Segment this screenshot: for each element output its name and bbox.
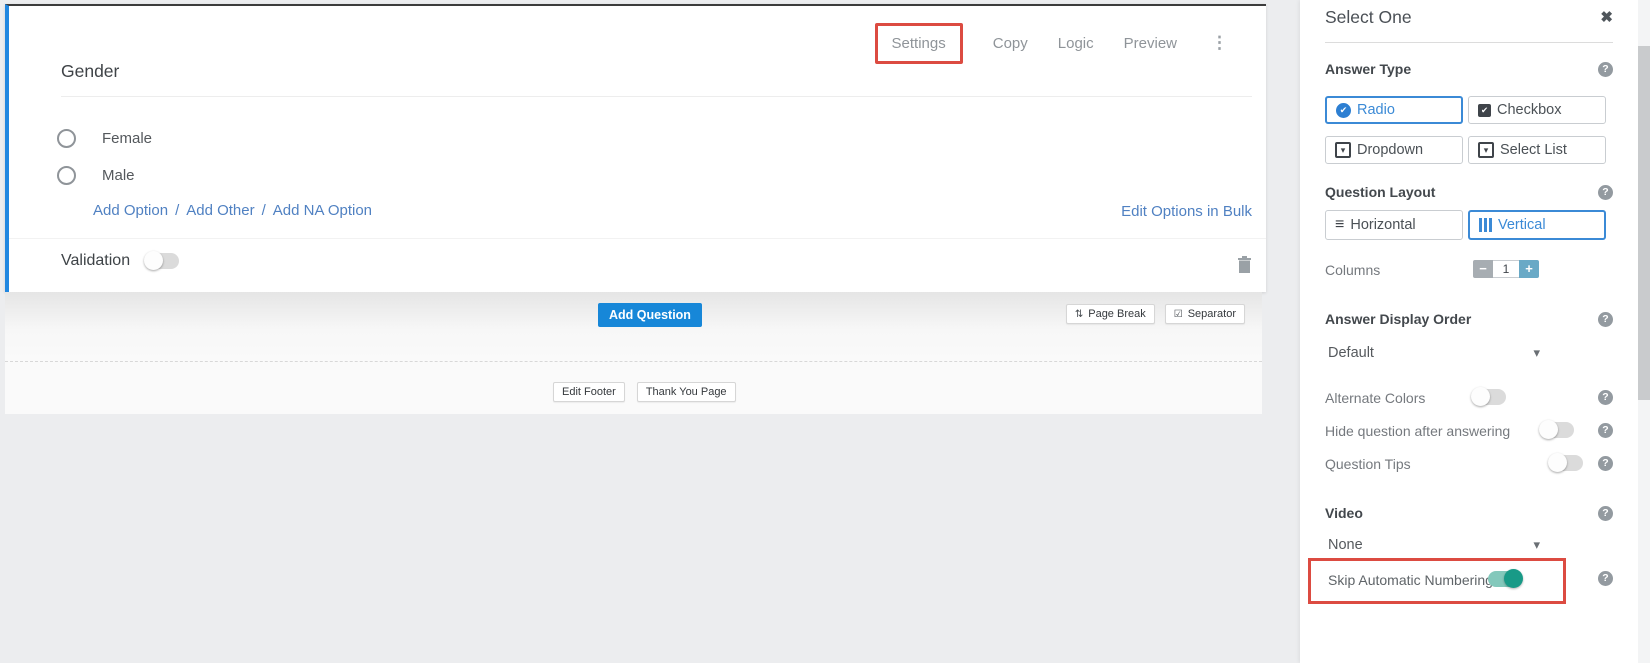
separator-checkbox-icon: ☑ <box>1174 309 1183 320</box>
vertical-scrollbar[interactable] <box>1638 0 1650 663</box>
skip-numbering-highlight-box: Skip Automatic Numbering <box>1308 558 1566 604</box>
add-question-button[interactable]: Add Question <box>598 303 702 327</box>
help-icon[interactable]: ? <box>1598 571 1613 586</box>
validation-toggle[interactable] <box>145 253 179 269</box>
alternate-colors-label: Alternate Colors <box>1325 390 1425 406</box>
help-icon[interactable]: ? <box>1598 456 1613 471</box>
settings-highlight-box: Settings <box>875 23 963 64</box>
scrollbar-thumb[interactable] <box>1638 46 1650 400</box>
horizontal-option-label: Horizontal <box>1350 217 1415 233</box>
separator-button[interactable]: ☑ Separator <box>1165 304 1245 324</box>
builder-bar-right: ⇅ Page Break ☑ Separator <box>1066 304 1245 324</box>
checkbox-icon: ✔ <box>1478 104 1491 117</box>
columns-increment-button[interactable]: + <box>1519 260 1539 278</box>
chevron-down-icon: ▾ <box>1533 537 1540 553</box>
columns-input[interactable] <box>1493 260 1519 278</box>
help-icon[interactable]: ? <box>1598 312 1613 327</box>
select-list-icon: ▾ <box>1478 142 1494 158</box>
alternate-colors-toggle[interactable] <box>1472 389 1506 405</box>
video-value: None <box>1328 537 1363 553</box>
settings-panel: Select One ✖ Answer Type ? ✔ Radio ✔ Che… <box>1300 0 1638 663</box>
validation-row: Validation <box>61 252 179 270</box>
help-icon[interactable]: ? <box>1598 185 1613 200</box>
answer-type-dropdown-button[interactable]: ▾ Dropdown <box>1325 136 1463 164</box>
question-layout-label: Question Layout <box>1325 184 1435 200</box>
edit-footer-button[interactable]: Edit Footer <box>553 382 625 402</box>
help-icon[interactable]: ? <box>1598 62 1613 77</box>
columns-stepper: − + <box>1473 260 1539 278</box>
thank-you-page-button[interactable]: Thank You Page <box>637 382 736 402</box>
add-other-link[interactable]: Add Other <box>186 202 254 219</box>
footer-buttons: Edit Footer Thank You Page <box>553 382 736 402</box>
option-links: Add Option / Add Other / Add NA Option <box>93 202 372 219</box>
radio-selected-icon: ✔ <box>1336 103 1351 118</box>
builder-action-bar: Add Question ⇅ Page Break ☑ Separator <box>5 292 1262 361</box>
settings-button[interactable]: Settings <box>892 35 946 52</box>
columns-label: Columns <box>1325 262 1380 278</box>
option-row: Male <box>57 166 135 185</box>
close-icon[interactable]: ✖ <box>1600 8 1613 26</box>
card-divider <box>9 238 1266 239</box>
answer-type-label: Answer Type <box>1325 61 1411 77</box>
radio-icon[interactable] <box>57 129 76 148</box>
answer-type-checkbox-button[interactable]: ✔ Checkbox <box>1468 96 1606 124</box>
option-label[interactable]: Female <box>102 130 152 147</box>
preview-button[interactable]: Preview <box>1124 35 1177 52</box>
dropdown-option-label: Dropdown <box>1357 142 1423 158</box>
radio-icon[interactable] <box>57 166 76 185</box>
checkbox-option-label: Checkbox <box>1497 102 1561 118</box>
question-title[interactable]: Gender <box>61 61 119 82</box>
skip-numbering-label: Skip Automatic Numbering <box>1328 572 1493 588</box>
help-icon[interactable]: ? <box>1598 506 1613 521</box>
question-card: Settings Copy Logic Preview ⋮ Gender Fem… <box>5 4 1266 292</box>
trash-icon[interactable] <box>1238 256 1251 273</box>
help-icon[interactable]: ? <box>1598 390 1613 405</box>
page-break-label: Page Break <box>1088 308 1145 320</box>
hide-question-label: Hide question after answering <box>1325 423 1510 439</box>
skip-numbering-toggle[interactable] <box>1488 571 1522 587</box>
question-tips-toggle[interactable] <box>1549 455 1583 471</box>
add-option-link[interactable]: Add Option <box>93 202 168 219</box>
layout-horizontal-button[interactable]: ≡ Horizontal <box>1325 210 1463 240</box>
answer-type-radio-button[interactable]: ✔ Radio <box>1325 96 1463 124</box>
survey-builder-screen: Settings Copy Logic Preview ⋮ Gender Fem… <box>0 0 1650 663</box>
video-select[interactable]: None ▾ <box>1328 537 1540 553</box>
help-icon[interactable]: ? <box>1598 423 1613 438</box>
answer-display-order-label: Answer Display Order <box>1325 311 1471 327</box>
copy-button[interactable]: Copy <box>993 35 1028 52</box>
panel-title: Select One <box>1325 7 1412 28</box>
page-break-button[interactable]: ⇅ Page Break <box>1066 304 1155 324</box>
answer-type-select-list-button[interactable]: ▾ Select List <box>1468 136 1606 164</box>
slash-separator: / <box>262 202 266 219</box>
more-options-icon[interactable]: ⋮ <box>1207 33 1232 53</box>
survey-footer-bar: Edit Footer Thank You Page <box>5 361 1262 414</box>
question-tips-label: Question Tips <box>1325 456 1411 472</box>
columns-decrement-button[interactable]: − <box>1473 260 1493 278</box>
hide-question-toggle[interactable] <box>1540 422 1574 438</box>
video-label: Video <box>1325 505 1363 521</box>
option-label[interactable]: Male <box>102 167 135 184</box>
horizontal-lines-icon: ≡ <box>1335 217 1344 233</box>
validation-label: Validation <box>61 252 130 270</box>
option-row: Female <box>57 129 152 148</box>
vertical-bars-icon <box>1479 218 1492 232</box>
vertical-option-label: Vertical <box>1498 217 1546 233</box>
answer-display-order-value: Default <box>1328 345 1374 361</box>
logic-button[interactable]: Logic <box>1058 35 1094 52</box>
question-title-underline <box>61 96 1252 97</box>
separator-label: Separator <box>1188 308 1236 320</box>
page-break-icon: ⇅ <box>1075 309 1083 320</box>
question-toolbar: Settings Copy Logic Preview ⋮ <box>875 20 1232 66</box>
dropdown-icon: ▾ <box>1335 142 1351 158</box>
add-na-option-link[interactable]: Add NA Option <box>273 202 372 219</box>
slash-separator: / <box>175 202 179 219</box>
answer-display-order-select[interactable]: Default ▾ <box>1328 345 1540 361</box>
select-list-option-label: Select List <box>1500 142 1567 158</box>
panel-divider <box>1325 42 1613 43</box>
radio-option-label: Radio <box>1357 102 1395 118</box>
layout-vertical-button[interactable]: Vertical <box>1468 210 1606 240</box>
edit-options-in-bulk-link[interactable]: Edit Options in Bulk <box>1121 203 1252 220</box>
chevron-down-icon: ▾ <box>1533 345 1540 361</box>
